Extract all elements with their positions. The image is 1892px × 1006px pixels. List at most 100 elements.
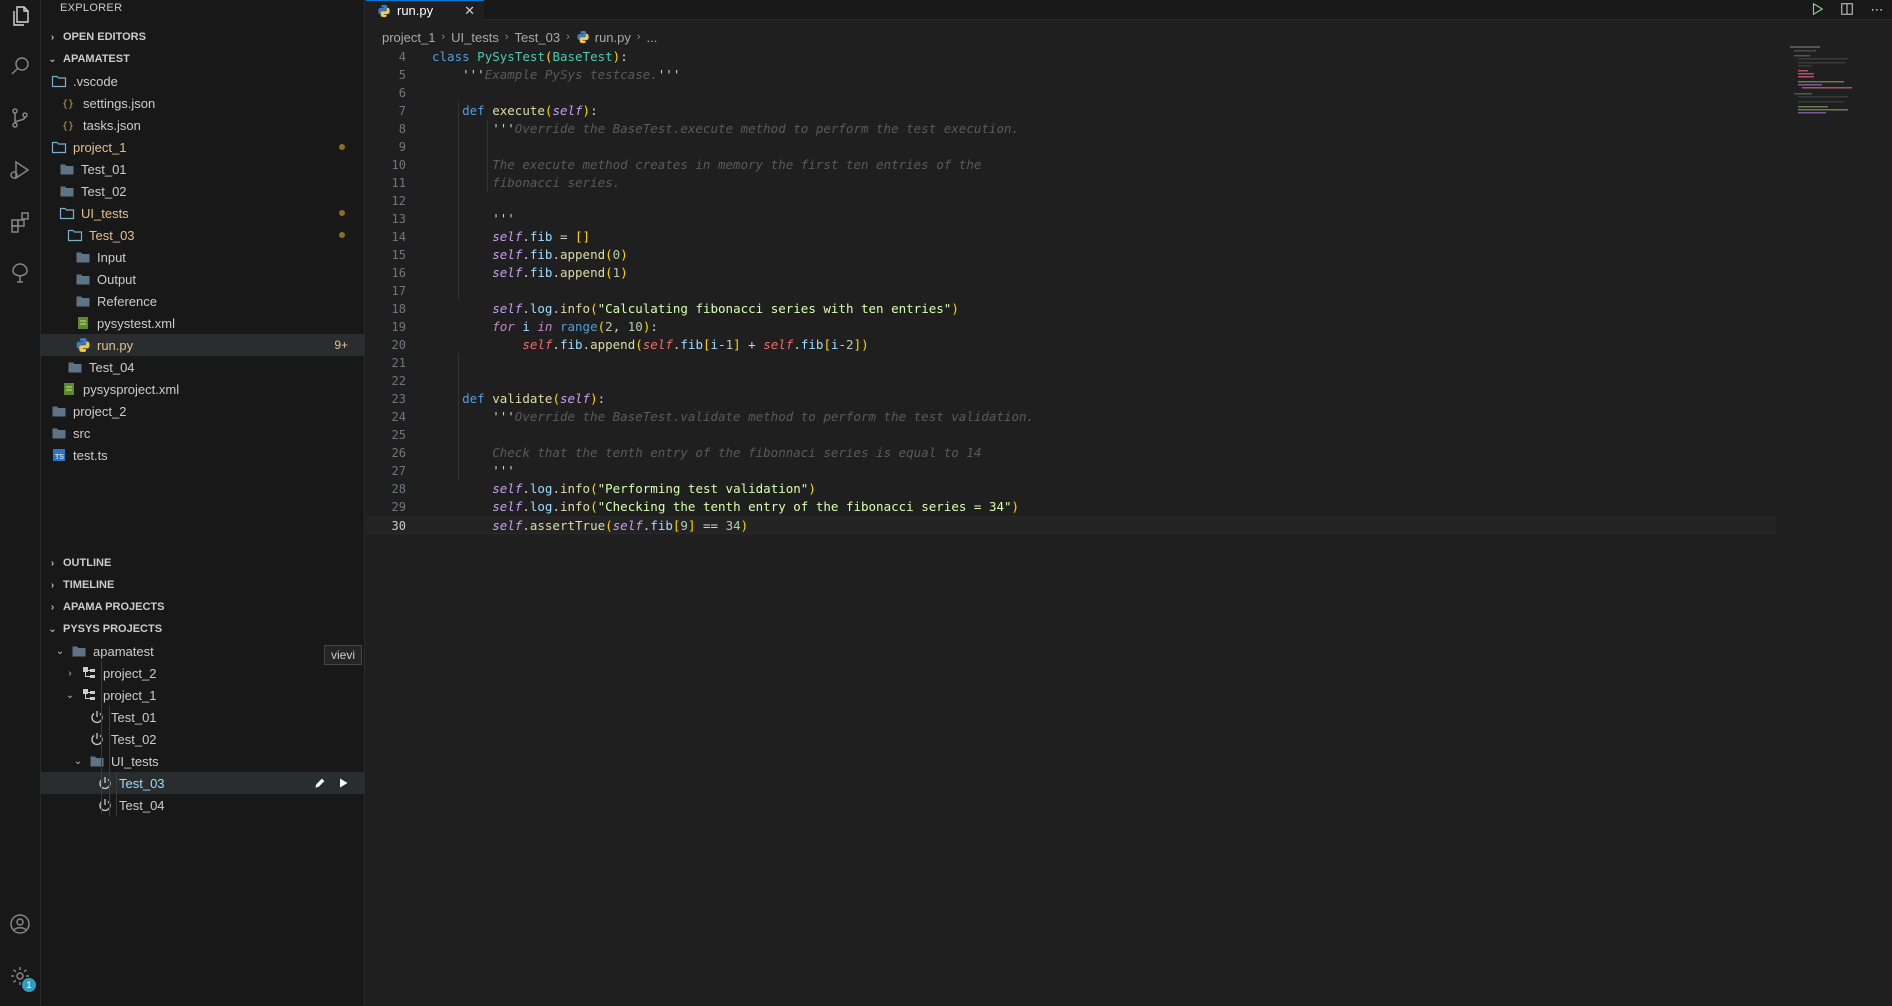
tab-run-py[interactable]: run.py ✕ bbox=[366, 0, 484, 20]
pysys-tree-item[interactable]: ⌄ UI_tests bbox=[41, 750, 365, 772]
code-line: 7 def execute(self): bbox=[398, 103, 598, 118]
file-tree-item[interactable]: Test_02 bbox=[41, 180, 365, 202]
file-tree-item[interactable]: project_1 bbox=[41, 136, 365, 158]
chevron-right-icon: › bbox=[50, 31, 55, 43]
file-tree-item[interactable]: {} settings.json bbox=[41, 92, 365, 114]
source-control-icon[interactable] bbox=[4, 102, 36, 134]
pysys-tree-item[interactable]: › project_2 bbox=[41, 662, 365, 684]
folder-open-icon bbox=[51, 73, 67, 89]
search-icon[interactable] bbox=[4, 50, 36, 82]
account-icon[interactable] bbox=[4, 908, 36, 940]
code-area[interactable]: 4 class PySysTest(BaseTest): 5 '''Example… bbox=[366, 48, 1776, 534]
file-tree-item[interactable]: Input bbox=[41, 246, 365, 268]
pysys-tree-item[interactable]: Test_02 bbox=[41, 728, 365, 750]
edit-pencil-icon[interactable] bbox=[311, 775, 327, 791]
pysys-tree-item[interactable]: Test_03 bbox=[41, 772, 365, 794]
file-tree-item[interactable]: Test_01 bbox=[41, 158, 365, 180]
section-pysys-projects[interactable]: ⌄ PYSYS PROJECTS bbox=[41, 618, 365, 640]
explorer-icon[interactable] bbox=[4, 0, 36, 32]
section-workspace[interactable]: ⌄ APAMATEST bbox=[41, 48, 365, 70]
file-tree-item[interactable]: TS test.ts bbox=[41, 444, 365, 466]
breadcrumb-item[interactable]: UI_tests bbox=[451, 30, 499, 45]
breadcrumb: project_1 › UI_tests › Test_03 › run.py … bbox=[382, 28, 657, 46]
file-tree-label: Test_01 bbox=[81, 161, 127, 177]
testing-icon[interactable] bbox=[4, 258, 36, 290]
code-line: 22 bbox=[391, 374, 406, 388]
file-tree-item[interactable]: Reference bbox=[41, 290, 365, 312]
chevron-down-icon[interactable]: ⌄ bbox=[53, 646, 67, 657]
file-tree-item[interactable]: Test_03 bbox=[41, 224, 365, 246]
breadcrumb-item[interactable]: project_1 bbox=[382, 30, 435, 45]
file-tree-item[interactable]: Test_04 bbox=[41, 356, 365, 378]
svg-text:TS: TS bbox=[55, 454, 64, 461]
breadcrumb-item[interactable]: ... bbox=[647, 30, 658, 45]
file-tree-item[interactable]: project_2 bbox=[41, 400, 365, 422]
chevron-right-icon[interactable]: › bbox=[63, 668, 77, 679]
power-icon bbox=[97, 775, 113, 791]
editor: run.py ✕ ⋯ project_1 › UI_tests › Test_0… bbox=[366, 0, 1892, 1006]
folder-icon bbox=[59, 161, 75, 177]
file-tree-label: Test_02 bbox=[81, 183, 127, 199]
svg-text:{}: {} bbox=[62, 121, 74, 132]
pysys-tree-label: Test_01 bbox=[111, 709, 157, 725]
file-tree-item[interactable]: {} tasks.json bbox=[41, 114, 365, 136]
section-open-editors[interactable]: › OPEN EDITORS bbox=[41, 26, 365, 48]
hover-tooltip: vievi bbox=[324, 645, 363, 665]
python-icon bbox=[577, 30, 589, 44]
breadcrumb-item[interactable]: run.py bbox=[595, 30, 631, 45]
code-line: 20 self.fib.append(self.fib[i-1] + self.… bbox=[391, 337, 869, 352]
code-line: 26 Check that the tenth entry of the fib… bbox=[391, 445, 982, 460]
file-tree-item[interactable]: .vscode bbox=[41, 70, 365, 92]
settings-badge: 1 bbox=[22, 978, 36, 992]
folder-icon bbox=[75, 293, 91, 309]
section-apama-projects[interactable]: › APAMA PROJECTS bbox=[41, 596, 365, 618]
close-icon[interactable]: ✕ bbox=[464, 3, 475, 19]
split-editor-icon[interactable] bbox=[1832, 2, 1862, 19]
more-actions-icon[interactable]: ⋯ bbox=[1862, 2, 1892, 18]
folder-open-icon bbox=[51, 139, 67, 155]
file-tree-label: UI_tests bbox=[81, 205, 129, 221]
file-tree-item[interactable]: UI_tests bbox=[41, 202, 365, 224]
code-line: 23 def validate(self): bbox=[391, 391, 606, 406]
run-icon[interactable] bbox=[1802, 2, 1832, 19]
json-icon: {} bbox=[61, 95, 77, 111]
tab-label: run.py bbox=[397, 3, 434, 18]
pysys-tree-item[interactable]: Test_04 bbox=[41, 794, 365, 816]
pysys-tree-item[interactable]: ⌄ project_1 bbox=[41, 684, 365, 706]
file-tree-item[interactable]: pysystest.xml bbox=[41, 312, 365, 334]
file-tree-label: tasks.json bbox=[83, 117, 141, 133]
project-icon bbox=[81, 665, 97, 681]
code-line: 5 '''Example PySys testcase.''' bbox=[398, 67, 681, 82]
file-tree-item[interactable]: Output bbox=[41, 268, 365, 290]
folder-icon bbox=[51, 403, 67, 419]
minimap[interactable] bbox=[1790, 46, 1880, 116]
chevron-down-icon[interactable]: ⌄ bbox=[71, 756, 85, 767]
file-tree-item[interactable]: src bbox=[41, 422, 365, 444]
run-debug-icon[interactable] bbox=[4, 154, 36, 186]
folder-icon bbox=[75, 249, 91, 265]
file-tree-label: Test_03 bbox=[89, 227, 135, 243]
extensions-icon[interactable] bbox=[4, 206, 36, 238]
file-tree-label: test.ts bbox=[73, 447, 108, 463]
file-tree-item[interactable]: run.py 9+ bbox=[41, 334, 365, 356]
code-line: 14 self.fib = [] bbox=[391, 229, 591, 244]
pysys-tree-item[interactable]: Test_01 bbox=[41, 706, 365, 728]
pysys-tree-item[interactable]: ⌄ apamatest bbox=[41, 640, 365, 662]
folder-icon bbox=[67, 359, 83, 375]
section-outline[interactable]: › OUTLINE bbox=[41, 552, 365, 574]
settings-gear-icon[interactable]: 1 bbox=[4, 960, 36, 992]
chevron-down-icon: ⌄ bbox=[48, 53, 57, 65]
code-line: 19 for i in range(2, 10): bbox=[391, 319, 658, 334]
file-tree-label: pysysproject.xml bbox=[83, 381, 180, 397]
folder-open-icon bbox=[59, 205, 75, 221]
breadcrumb-item[interactable]: Test_03 bbox=[515, 30, 561, 45]
json-icon: {} bbox=[61, 117, 77, 133]
modified-dot bbox=[339, 144, 345, 150]
file-tree-item[interactable]: pysysproject.xml bbox=[41, 378, 365, 400]
run-test-icon[interactable] bbox=[335, 775, 351, 791]
typescript-icon: TS bbox=[51, 447, 67, 463]
code-line: 24 '''Override the BaseTest.validate met… bbox=[391, 409, 1035, 424]
chevron-down-icon[interactable]: ⌄ bbox=[63, 690, 77, 701]
tree-indent-guide bbox=[109, 706, 110, 816]
section-timeline[interactable]: › TIMELINE bbox=[41, 574, 365, 596]
